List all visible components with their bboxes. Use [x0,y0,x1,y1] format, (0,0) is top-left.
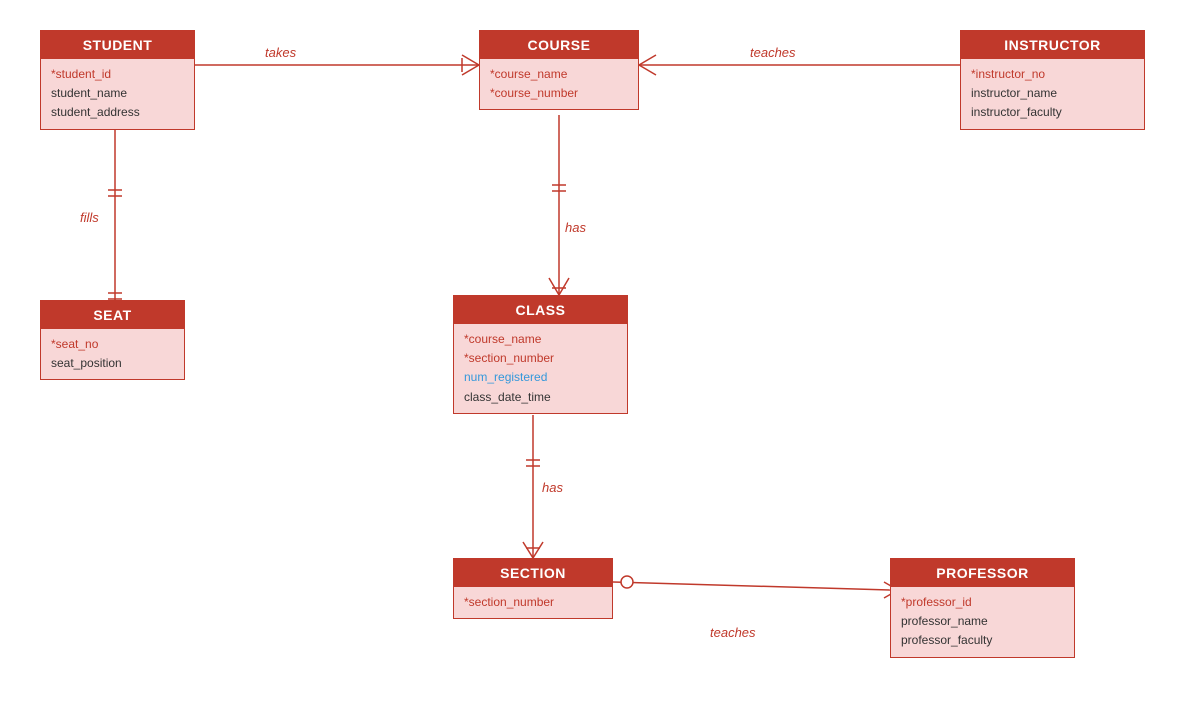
class-field-4: class_date_time [464,388,617,407]
entity-professor-body: *professor_id professor_name professor_f… [891,587,1074,657]
entity-instructor-body: *instructor_no instructor_name instructo… [961,59,1144,129]
professor-field-1: *professor_id [901,593,1064,612]
course-field-1: *course_name [490,65,628,84]
entity-section: SECTION *section_number [453,558,613,619]
label-has-section: has [542,480,563,495]
entity-seat-header: SEAT [41,301,184,329]
seat-field-2: seat_position [51,354,174,373]
entity-instructor-title: INSTRUCTOR [1004,37,1101,53]
entity-course-title: COURSE [528,37,591,53]
entity-class-body: *course_name *section_number num_registe… [454,324,627,413]
instructor-field-1: *instructor_no [971,65,1134,84]
instructor-field-3: instructor_faculty [971,103,1134,122]
course-field-2: *course_number [490,84,628,103]
seat-field-1: *seat_no [51,335,174,354]
entity-section-body: *section_number [454,587,612,618]
entity-student-body: *student_id student_name student_address [41,59,194,129]
entity-professor-header: PROFESSOR [891,559,1074,587]
entity-student: STUDENT *student_id student_name student… [40,30,195,130]
entity-section-header: SECTION [454,559,612,587]
student-field-1: *student_id [51,65,184,84]
entity-class: CLASS *course_name *section_number num_r… [453,295,628,414]
professor-field-3: professor_faculty [901,631,1064,650]
label-has-class: has [565,220,586,235]
entity-seat-body: *seat_no seat_position [41,329,184,379]
entity-class-title: CLASS [516,302,566,318]
class-field-2: *section_number [464,349,617,368]
entity-course-header: COURSE [480,31,638,59]
entity-instructor-header: INSTRUCTOR [961,31,1144,59]
entity-seat: SEAT *seat_no seat_position [40,300,185,380]
entity-student-title: STUDENT [83,37,153,53]
entity-seat-title: SEAT [93,307,131,323]
student-field-2: student_name [51,84,184,103]
entity-professor: PROFESSOR *professor_id professor_name p… [890,558,1075,658]
class-field-3: num_registered [464,368,617,387]
label-teaches-instructor: teaches [750,45,796,60]
instructor-field-2: instructor_name [971,84,1134,103]
entity-student-header: STUDENT [41,31,194,59]
entity-course-body: *course_name *course_number [480,59,638,109]
label-takes: takes [265,45,296,60]
student-field-3: student_address [51,103,184,122]
entity-class-header: CLASS [454,296,627,324]
entity-instructor: INSTRUCTOR *instructor_no instructor_nam… [960,30,1145,130]
label-teaches-professor: teaches [710,625,756,640]
label-fills: fills [80,210,99,225]
class-field-1: *course_name [464,330,617,349]
entity-section-title: SECTION [500,565,566,581]
diagram-container: STUDENT *student_id student_name student… [0,0,1201,724]
section-field-1: *section_number [464,593,602,612]
entity-professor-title: PROFESSOR [936,565,1028,581]
professor-field-2: professor_name [901,612,1064,631]
entity-course: COURSE *course_name *course_number [479,30,639,110]
